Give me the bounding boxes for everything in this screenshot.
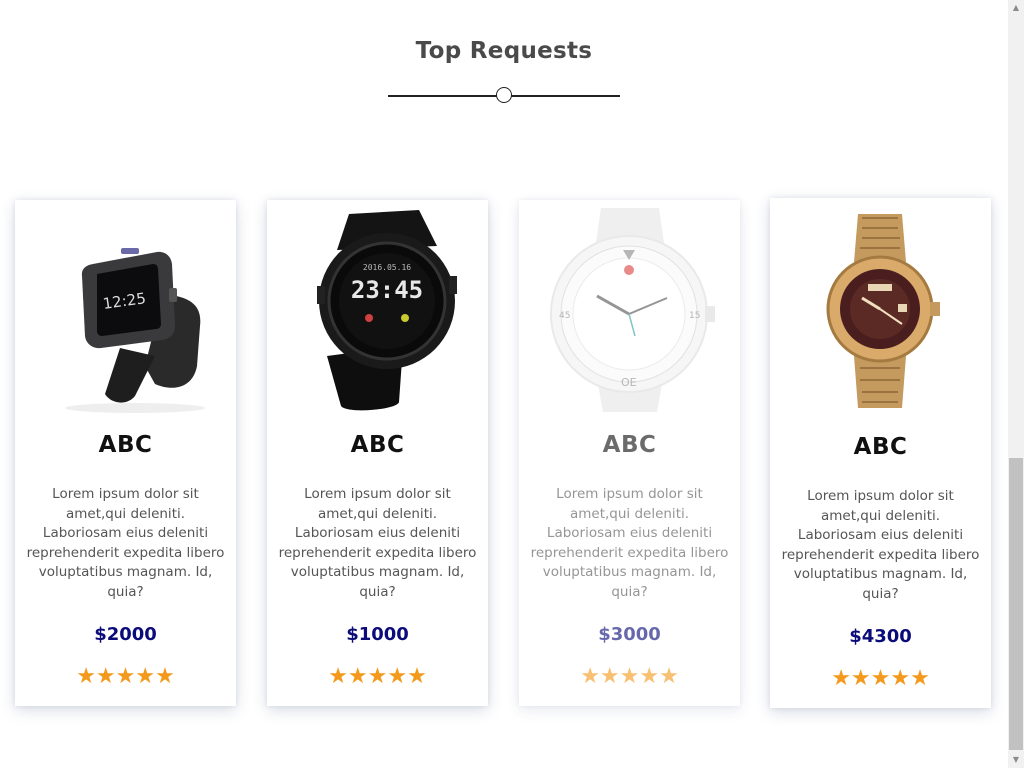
section-title: Top Requests [415, 38, 593, 64]
product-name[interactable]: ABC [770, 434, 991, 460]
digital-sport-watch-icon[interactable]: 2016.05.16 23:45 [287, 206, 468, 416]
product-description: Lorem ipsum dolor sit amet,qui deleniti.… [278, 486, 477, 600]
product-card[interactable]: 2016.05.16 23:45 ABC Lorem ipsum dolor s… [267, 200, 488, 706]
title-divider [388, 87, 620, 105]
product-price: $3000 [598, 624, 661, 645]
gold-wristwatch-icon[interactable] [790, 204, 971, 414]
digital-date: 2016.05.16 [363, 263, 411, 272]
digital-time: 23:45 [351, 276, 423, 304]
product-name[interactable]: ABC [519, 432, 740, 458]
product-description: Lorem ipsum dolor sit amet,qui deleniti.… [26, 486, 225, 600]
smartwatch-icon[interactable]: 12:25 [35, 206, 216, 416]
product-name[interactable]: ABC [15, 432, 236, 458]
product-card[interactable]: ABC Lorem ipsum dolor sit amet,qui delen… [770, 198, 991, 708]
scroll-down-arrow-icon[interactable]: ▼ [1008, 752, 1024, 768]
rating-stars: ★★★★★ [580, 664, 679, 689]
scrollbar-thumb[interactable] [1009, 458, 1023, 750]
page: Top Requests 12:25 ABC Lorem ipsum dolor… [0, 0, 1008, 768]
product-price: $4300 [849, 626, 912, 647]
product-name[interactable]: ABC [267, 432, 488, 458]
dial-number: OE [621, 376, 637, 389]
product-card[interactable]: 45 15 OE ABC Lorem ipsum dolor sit amet,… [519, 200, 740, 706]
scroll-up-arrow-icon[interactable]: ▲ [1008, 0, 1024, 16]
product-description: Lorem ipsum dolor sit amet,qui deleniti.… [530, 486, 729, 600]
product-card[interactable]: 12:25 ABC Lorem ipsum dolor sit amet,qui… [15, 200, 236, 706]
vertical-scrollbar[interactable]: ▲ ▼ [1008, 0, 1024, 768]
rating-stars: ★★★★★ [831, 666, 930, 691]
divider-circle-icon [496, 87, 512, 103]
white-dive-watch-icon[interactable]: 45 15 OE [539, 206, 720, 416]
product-description: Lorem ipsum dolor sit amet,qui deleniti.… [781, 488, 980, 602]
product-price: $1000 [346, 624, 409, 645]
rating-stars: ★★★★★ [76, 664, 175, 689]
dial-number: 45 [559, 311, 570, 321]
product-price: $2000 [94, 624, 157, 645]
rating-stars: ★★★★★ [328, 664, 427, 689]
dial-number: 15 [689, 311, 700, 321]
